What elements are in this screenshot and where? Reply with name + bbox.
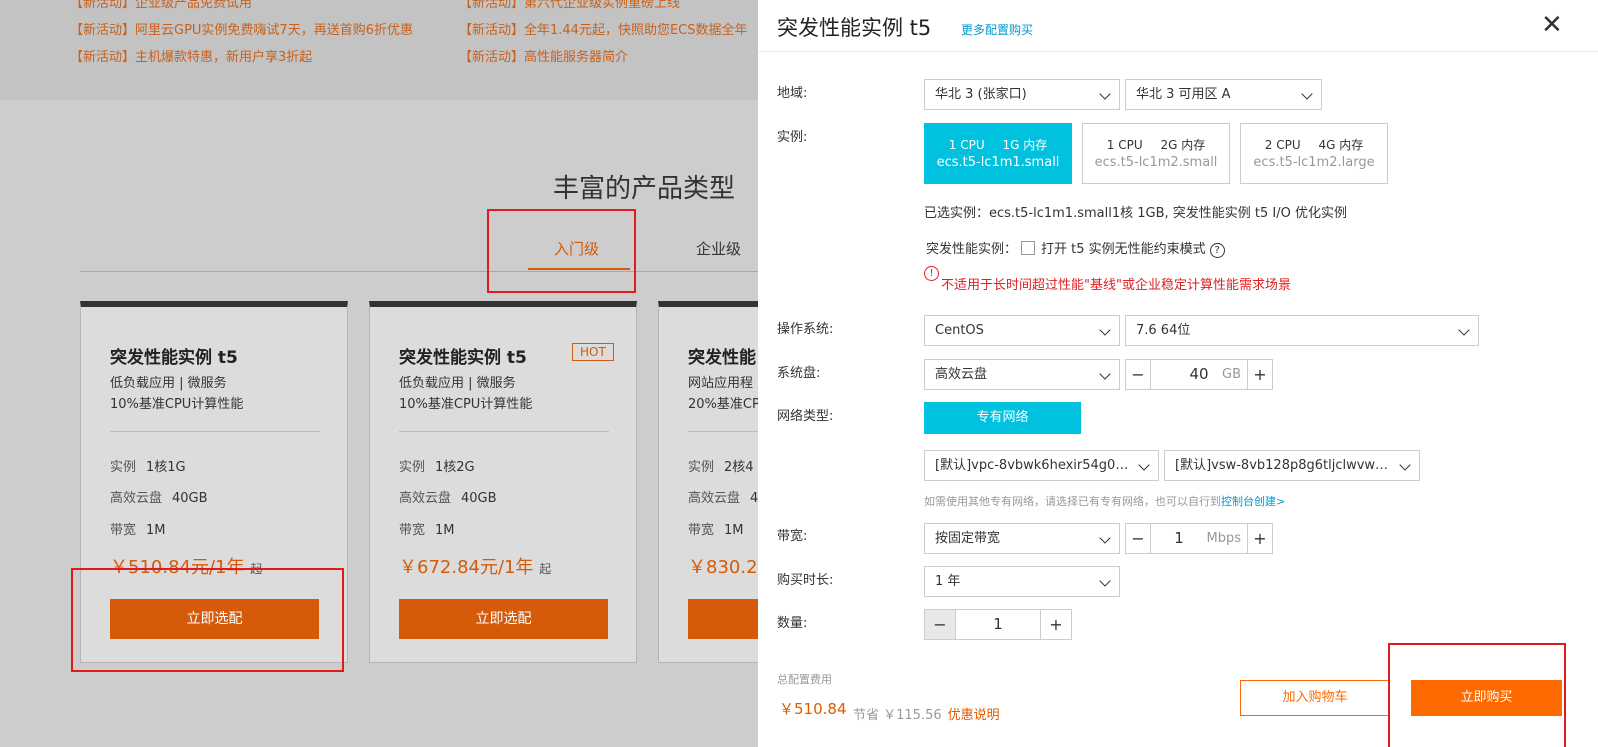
chevron-down-icon xyxy=(1399,459,1411,471)
highlight-box xyxy=(487,209,636,293)
promo-link[interactable]: 【新活动】阿里云GPU实例免费嗨试7天，再送首购6折优惠 xyxy=(70,19,413,38)
burst-mode-row: 突发性能实例： 打开 t5 实例无性能约束模式? xyxy=(926,238,1225,258)
chevron-down-icon xyxy=(1099,88,1111,100)
card-title: 突发性能实例 t5 xyxy=(110,348,238,368)
chevron-down-icon xyxy=(1099,575,1111,587)
total-label: 总配置费用 xyxy=(777,673,832,686)
promo-link[interactable]: 【新活动】全年1.44元起，快照助您ECS数据全年 xyxy=(459,19,748,38)
total-price: ￥510.84 xyxy=(779,700,847,718)
purchase-drawer: 突发性能实例 t5 更多配置购买 ✕ 地域: 华北 3 (张家口) 华北 3 可… xyxy=(758,0,1598,747)
network-label: 网络类型: xyxy=(777,409,834,424)
section-heading: 丰富的产品类型 xyxy=(553,174,736,204)
instance-option-selected[interactable]: 1 CPU 1G 内存 ecs.t5-lc1m1.small xyxy=(924,123,1072,184)
bandwidth-unit: Mbps xyxy=(1206,531,1242,546)
tabs-divider xyxy=(80,271,780,272)
increment-button[interactable]: + xyxy=(1248,524,1272,553)
promo-link[interactable]: 【新活动】企业级产品免费试用 xyxy=(70,0,252,11)
more-config-link[interactable]: 更多配置购买 xyxy=(961,21,1033,38)
discount-info-link[interactable]: 优惠说明 xyxy=(948,708,1000,723)
quantity-value[interactable]: 1 xyxy=(956,610,1040,639)
highlight-box xyxy=(71,568,344,672)
header-divider xyxy=(758,51,1598,52)
region-label: 地域: xyxy=(777,86,808,101)
zone-select[interactable]: 华北 3 可用区 A xyxy=(1125,79,1322,110)
vpc-select[interactable]: [默认]vpc-8vbwk6hexir54g0s… xyxy=(924,450,1159,481)
card-spec-instance: 实例 2核4 xyxy=(688,460,754,475)
vpc-hint: 如需使用其他专有网络，请选择已有专有网络，也可以自行到控制台创建> xyxy=(924,495,1286,508)
card-desc: 低负载应用 | 微服务 xyxy=(399,376,516,391)
highlight-box xyxy=(1388,643,1566,747)
warning-text: 不适用于长时间超过性能"基线"或企业稳定计算性能需求场景 xyxy=(941,278,1291,293)
console-create-link[interactable]: 控制台创建> xyxy=(1221,495,1285,508)
tab-enterprise[interactable]: 企业级 xyxy=(696,238,741,259)
promo-link[interactable]: 【新活动】高性能服务器简介 xyxy=(459,46,628,65)
os-select[interactable]: CentOS xyxy=(924,315,1120,346)
chevron-down-icon xyxy=(1138,459,1150,471)
quantity-label: 数量: xyxy=(777,616,808,631)
close-icon[interactable]: ✕ xyxy=(1541,12,1563,38)
help-icon[interactable]: ? xyxy=(1209,243,1225,258)
card-divider xyxy=(110,431,320,432)
chevron-down-icon xyxy=(1099,532,1111,544)
card-spec-instance: 实例 1核1G xyxy=(110,460,186,475)
decrement-button[interactable]: − xyxy=(1126,360,1150,389)
card-price: ￥672.84元/1年 起 xyxy=(399,557,552,578)
bandwidth-label: 带宽: xyxy=(777,529,808,544)
card-title: 突发性能 xyxy=(688,348,756,368)
card-spec-instance: 实例 1核2G xyxy=(399,460,475,475)
card-price: ￥830.2 xyxy=(688,557,758,578)
savings-text: 节省 ￥115.56 优惠说明 xyxy=(853,708,1000,723)
card-desc: 低负载应用 | 微服务 xyxy=(110,376,227,391)
disk-label: 系统盘: xyxy=(777,366,821,381)
instance-option[interactable]: 1 CPU 2G 内存 ecs.t5-lc1m2.small xyxy=(1082,123,1230,184)
decrement-button[interactable]: − xyxy=(1126,524,1150,553)
increment-button[interactable]: + xyxy=(1248,360,1272,389)
chevron-down-icon xyxy=(1099,324,1111,336)
bandwidth-type-select[interactable]: 按固定带宽 xyxy=(924,523,1120,554)
card-desc: 10%基准CPU计算性能 xyxy=(110,397,244,412)
duration-select[interactable]: 1 年 xyxy=(924,566,1120,597)
disk-unit: GB xyxy=(1222,367,1241,382)
promo-link[interactable]: 【新活动】第六代企业级实例重磅上线 xyxy=(459,0,680,11)
selected-instance-summary: 已选实例：ecs.t5-lc1m1.small1核 1GB, 突发性能实例 t5… xyxy=(924,206,1347,221)
card-spec-disk: 高效云盘 40GB xyxy=(399,491,497,506)
disk-size-stepper[interactable]: − 40 GB + xyxy=(1125,359,1273,390)
vswitch-select[interactable]: [默认]vsw-8vb128p8g6tljclwvwm… xyxy=(1164,450,1420,481)
card-desc: 网站应用程 xyxy=(688,376,754,391)
card-spec-bandwidth: 带宽 1M xyxy=(688,523,744,538)
card-spec-bandwidth: 带宽 1M xyxy=(399,523,455,538)
bandwidth-value[interactable]: 1 xyxy=(1151,524,1207,553)
region-select[interactable]: 华北 3 (张家口) xyxy=(924,79,1120,110)
select-config-button[interactable]: 立即选配 xyxy=(399,599,608,639)
chevron-down-icon xyxy=(1099,368,1111,380)
increment-button[interactable]: + xyxy=(1041,610,1071,639)
card-divider xyxy=(399,431,609,432)
card-spec-disk: 高效云盘 4 xyxy=(688,491,759,506)
chevron-down-icon xyxy=(1301,88,1313,100)
warning-icon: ! xyxy=(924,266,939,281)
card-spec-disk: 高效云盘 40GB xyxy=(110,491,208,506)
disk-type-select[interactable]: 高效云盘 xyxy=(924,359,1120,390)
decrement-button[interactable]: − xyxy=(925,610,955,639)
bandwidth-stepper[interactable]: − 1 Mbps + xyxy=(1125,523,1273,554)
os-label: 操作系统: xyxy=(777,322,834,337)
card-desc: 10%基准CPU计算性能 xyxy=(399,397,533,412)
chevron-down-icon xyxy=(1458,324,1470,336)
card-spec-bandwidth: 带宽 1M xyxy=(110,523,166,538)
instance-option[interactable]: 2 CPU 4G 内存 ecs.t5-lc1m2.large xyxy=(1240,123,1388,184)
quantity-stepper[interactable]: − 1 + xyxy=(924,609,1072,640)
add-to-cart-button[interactable]: 加入购物车 xyxy=(1240,680,1390,716)
promo-link[interactable]: 【新活动】主机爆款特惠，新用户享3折起 xyxy=(70,46,312,65)
instance-label: 实例: xyxy=(777,130,808,145)
product-card: 突发性能实例 t5 HOT 低负载应用 | 微服务 10%基准CPU计算性能 实… xyxy=(369,301,637,663)
hot-badge: HOT xyxy=(572,343,614,361)
vpc-network-button[interactable]: 专有网络 xyxy=(924,402,1081,434)
drawer-title: 突发性能实例 t5 xyxy=(777,16,932,40)
duration-label: 购买时长: xyxy=(777,573,834,588)
card-title: 突发性能实例 t5 xyxy=(399,348,527,368)
burst-mode-checkbox[interactable] xyxy=(1021,241,1036,255)
os-version-select[interactable]: 7.6 64位 xyxy=(1125,315,1479,346)
